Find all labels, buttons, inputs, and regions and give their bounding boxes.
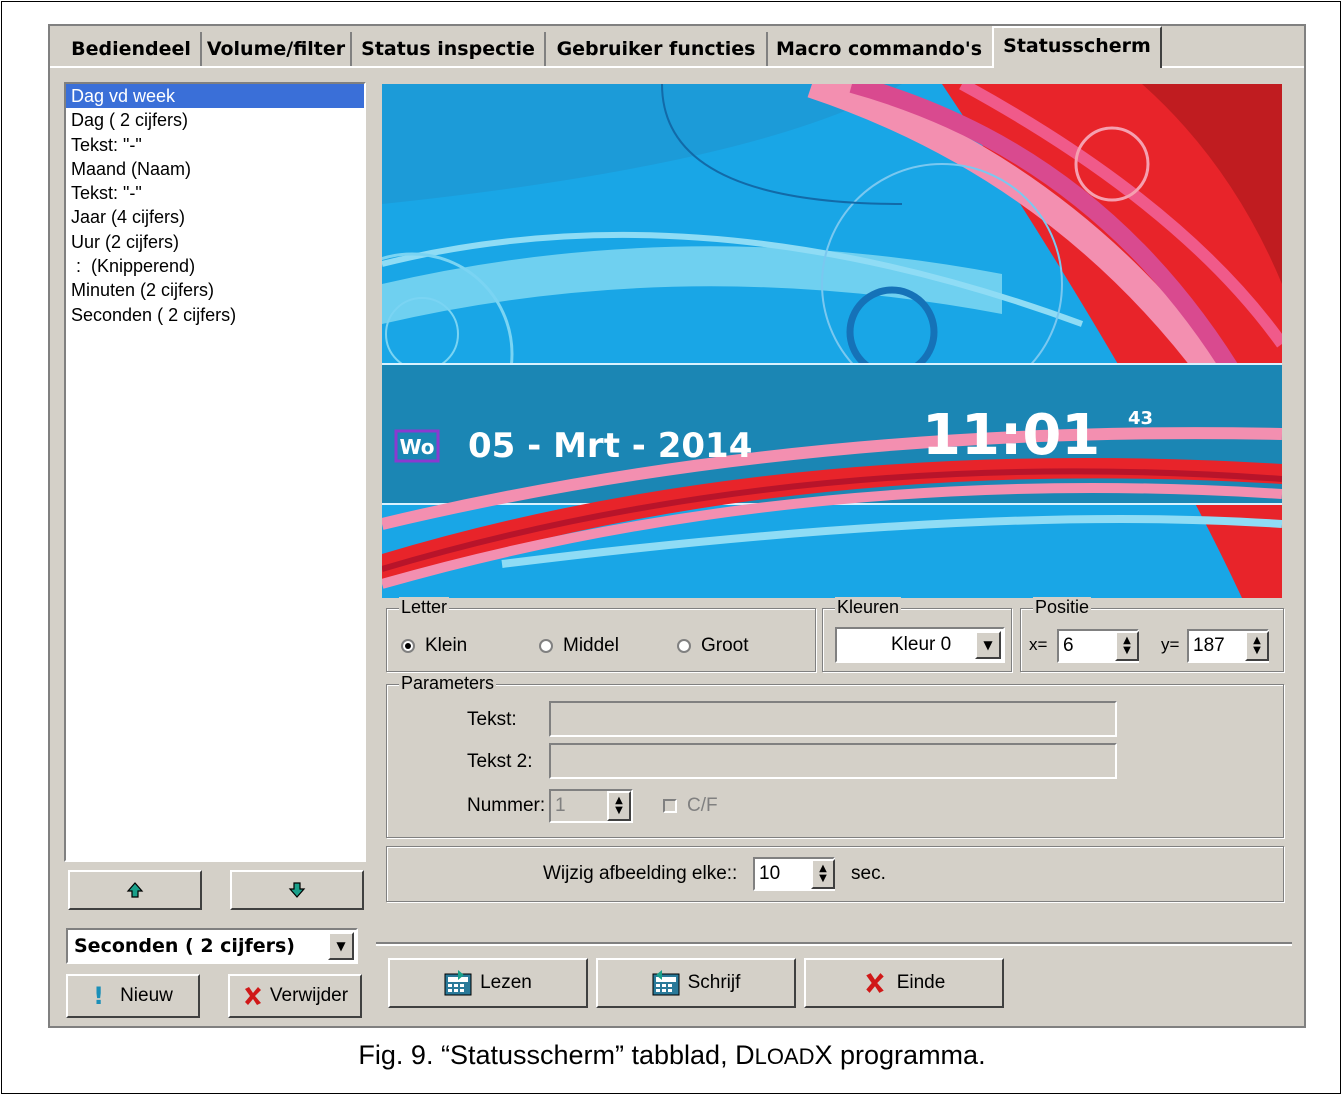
lezen-button[interactable]: Lezen	[388, 958, 588, 1008]
einde-label: Einde	[896, 972, 946, 993]
list-item[interactable]: Dag vd week	[66, 84, 364, 109]
caption-brand-x: X	[814, 1040, 833, 1070]
nummer-label: Nummer:	[467, 795, 546, 816]
calculator-icon	[652, 970, 680, 996]
lezen-label: Lezen	[480, 972, 532, 993]
color-select[interactable]: Kleur 0 ▼	[835, 627, 1005, 663]
preview-background: Wo 05 - Mrt - 2014 11:01 43	[382, 84, 1282, 598]
caption-prefix: Fig. 9. “Statusscherm” tabblad,	[358, 1040, 736, 1070]
radio-middel[interactable]: Middel	[539, 635, 619, 657]
delete-button-label: Verwijder	[269, 985, 349, 1006]
letter-legend: Letter	[399, 597, 450, 618]
y-stepper[interactable]: ▲ ▼	[1245, 631, 1269, 661]
dloadx-window: Bediendeel Volume/filter Status inspecti…	[48, 24, 1306, 1028]
wijzig-stepper[interactable]: ▲ ▼	[811, 859, 835, 889]
einde-button[interactable]: Einde	[804, 958, 1004, 1008]
red-x-icon	[244, 987, 261, 1005]
radio-label: Klein	[425, 635, 468, 656]
tab-status-inspectie[interactable]: Status inspectie	[352, 32, 546, 66]
list-item[interactable]: Maand (Naam)	[66, 157, 364, 181]
nummer-stepper[interactable]: ▲ ▼	[607, 791, 631, 821]
radio-groot[interactable]: Groot	[677, 635, 749, 657]
schrijf-label: Schrijf	[687, 972, 741, 993]
new-button-label: Nieuw	[120, 985, 173, 1006]
spin-down-icon: ▼	[1253, 645, 1261, 656]
wijzig-unit: sec.	[851, 863, 886, 884]
red-x-icon	[865, 973, 884, 993]
tekst2-label: Tekst 2:	[467, 751, 533, 772]
move-up-button[interactable]	[68, 870, 202, 910]
element-list[interactable]: Dag vd week Dag ( 2 cijfers) Tekst: "-" …	[64, 82, 366, 862]
bottom-divider	[376, 942, 1292, 946]
list-item[interactable]: Seconden ( 2 cijfers)	[66, 303, 364, 327]
list-item[interactable]: Tekst: "-"	[66, 133, 364, 157]
tekst2-input[interactable]	[549, 743, 1117, 779]
wijzig-label: Wijzig afbeelding elke::	[543, 863, 738, 884]
preview-time: 11:01	[922, 403, 1100, 468]
arrow-down-icon	[288, 882, 306, 898]
tab-content: Dag vd week Dag ( 2 cijfers) Tekst: "-" …	[50, 66, 1304, 1026]
spin-down-icon: ▼	[615, 805, 623, 816]
kleuren-legend: Kleuren	[835, 597, 902, 618]
radio-dot	[539, 639, 553, 653]
new-button[interactable]: ! Nieuw	[66, 974, 200, 1018]
chevron-down-icon[interactable]: ▼	[328, 932, 354, 960]
chevron-down-icon[interactable]: ▼	[975, 631, 1001, 659]
list-item[interactable]: Minuten (2 cijfers)	[66, 278, 364, 302]
tekst-input[interactable]	[549, 701, 1117, 737]
list-item[interactable]: Jaar (4 cijfers)	[66, 205, 364, 229]
tab-macro-commandos[interactable]: Macro commando's	[768, 32, 990, 66]
delete-button[interactable]: Verwijder	[228, 974, 362, 1018]
tab-bediendeel[interactable]: Bediendeel	[62, 32, 202, 66]
wijzig-group: Wijzig afbeelding elke:: 10 ▲ ▼ sec.	[386, 846, 1284, 902]
list-item[interactable]: Uur (2 cijfers)	[66, 230, 364, 254]
spin-down-icon: ▼	[1123, 645, 1131, 656]
list-item[interactable]: Tekst: "-"	[66, 181, 364, 205]
x-label: x=	[1029, 635, 1048, 654]
radio-label: Groot	[701, 635, 749, 656]
tab-volume-filter[interactable]: Volume/filter	[202, 32, 352, 66]
preview-day: Wo	[399, 435, 434, 459]
calculator-icon	[444, 970, 472, 996]
list-item[interactable]: Dag ( 2 cijfers)	[66, 108, 364, 132]
caption-brand-d: D	[735, 1040, 755, 1070]
radio-dot	[677, 639, 691, 653]
preview-date: 05 - Mrt - 2014	[468, 426, 752, 466]
arrow-up-icon	[126, 882, 144, 898]
radio-klein[interactable]: Klein	[401, 635, 467, 657]
cf-checkbox[interactable]	[663, 799, 677, 813]
schrijf-button[interactable]: Schrijf	[596, 958, 796, 1008]
color-select-value: Kleur 0	[891, 634, 952, 655]
y-label: y=	[1161, 635, 1180, 654]
exclamation-icon: !	[93, 982, 105, 1010]
positie-group: Positie x= 6 ▲ ▼ y= 187 ▲ ▼	[1020, 597, 1284, 672]
caption-suffix: programma.	[832, 1040, 986, 1070]
move-down-button[interactable]	[230, 870, 364, 910]
list-item[interactable]: : (Knipperend)	[66, 254, 364, 278]
tab-statusscherm[interactable]: Statusscherm	[992, 26, 1162, 68]
spin-down-icon: ▼	[819, 873, 827, 884]
radio-dot	[401, 639, 415, 653]
cf-label: C/F	[687, 795, 718, 816]
caption-brand-load: LOAD	[754, 1044, 815, 1069]
element-select[interactable]: Seconden ( 2 cijfers) ▼	[66, 928, 358, 964]
positie-legend: Positie	[1033, 597, 1092, 618]
tab-gebruiker-functies[interactable]: Gebruiker functies	[546, 32, 768, 66]
letter-group: Letter Klein Middel Groot	[386, 597, 816, 672]
radio-label: Middel	[563, 635, 619, 656]
parameters-legend: Parameters	[399, 673, 497, 694]
parameters-group: Parameters Tekst: Tekst 2: Nummer: 1 ▲ ▼ …	[386, 673, 1284, 838]
tekst-label: Tekst:	[467, 709, 517, 730]
tab-bar: Bediendeel Volume/filter Status inspecti…	[50, 26, 1304, 68]
element-select-value: Seconden ( 2 cijfers)	[74, 935, 295, 957]
preview-seconds: 43	[1128, 408, 1153, 429]
status-screen-preview: Wo 05 - Mrt - 2014 11:01 43	[382, 84, 1282, 598]
figure-caption: Fig. 9. “Statusscherm” tabblad, DLOADX p…	[0, 1040, 1344, 1071]
x-stepper[interactable]: ▲ ▼	[1115, 631, 1139, 661]
kleuren-group: Kleuren Kleur 0 ▼	[822, 597, 1012, 672]
